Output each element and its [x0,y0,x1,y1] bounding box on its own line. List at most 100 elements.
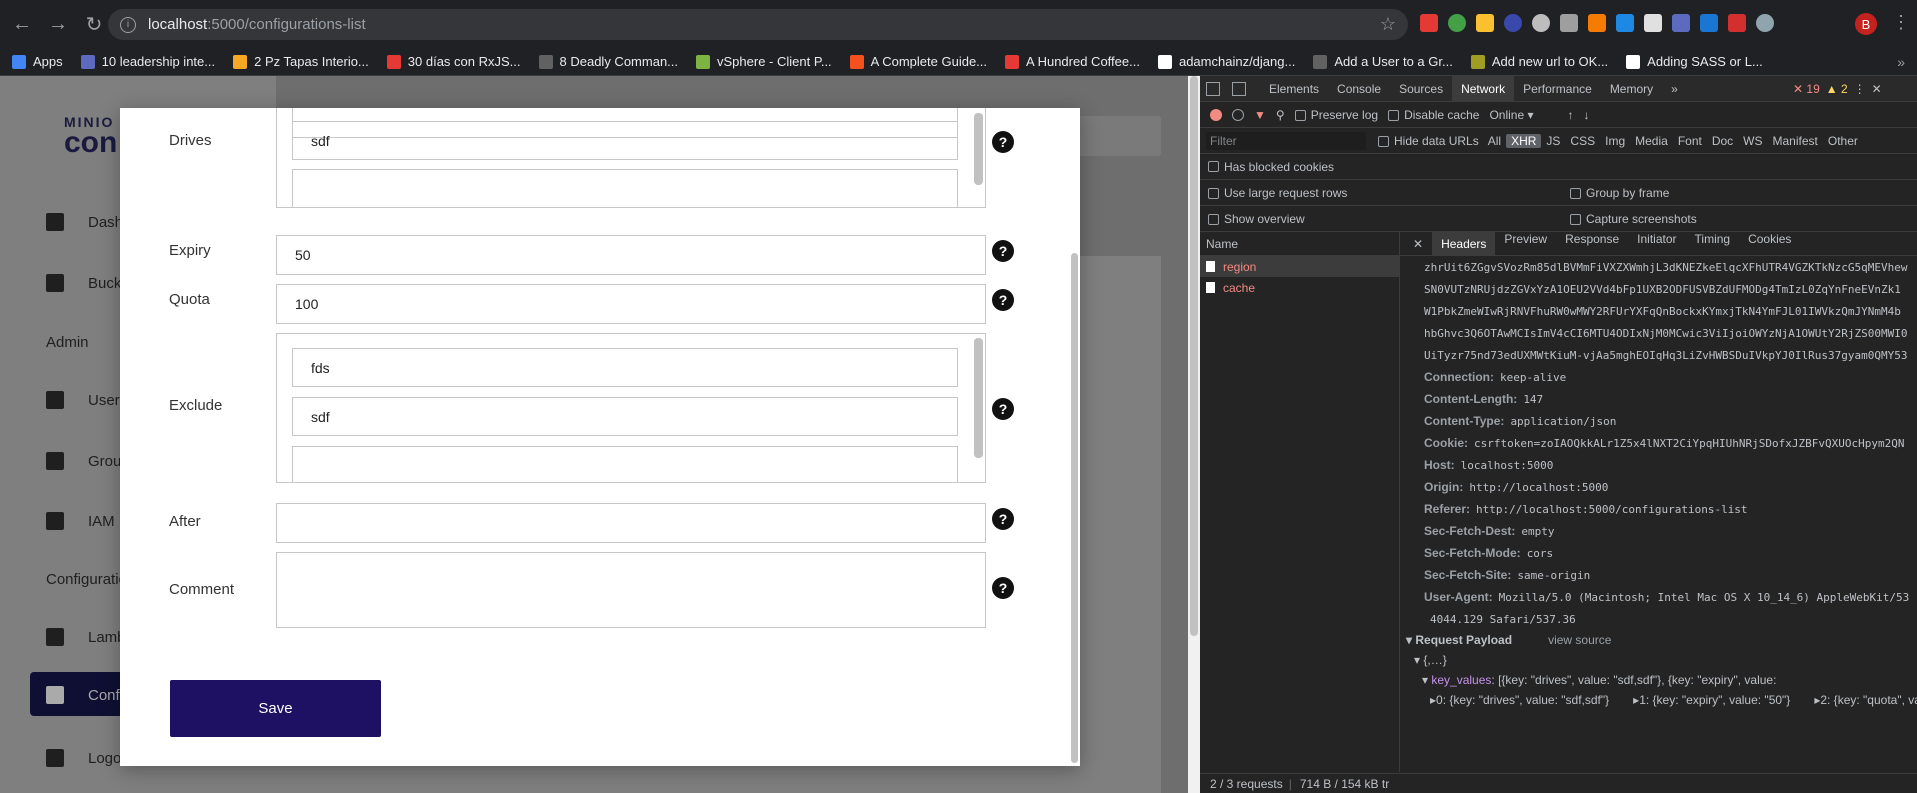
gear-icon[interactable] [1532,14,1550,32]
quota-help-icon[interactable]: ? [992,289,1014,311]
inspect-icon[interactable] [1206,81,1220,96]
import-icon[interactable]: ↑ [1567,108,1573,122]
bookmark-item[interactable]: A Hundred Coffee... [1005,54,1140,69]
clear-icon[interactable] [1232,108,1244,121]
large-rows-checkbox[interactable]: Use large request rows [1208,186,1347,200]
camera-icon[interactable] [1644,14,1662,32]
devtools-tab-sources[interactable]: Sources [1390,76,1452,102]
detail-tab-headers[interactable]: Headers [1432,232,1496,256]
sidebar-item-logout[interactable]: Logou [46,749,130,767]
extension-icon[interactable] [1756,14,1774,32]
filter-type-all[interactable]: All [1483,134,1506,148]
detail-tab-cookies[interactable]: Cookies [1739,232,1800,256]
filter-type-font[interactable]: Font [1673,134,1707,148]
drives-scrollbar[interactable] [974,113,983,185]
devtools-tab-performance[interactable]: Performance [1514,76,1601,102]
filter-type-css[interactable]: CSS [1565,134,1600,148]
devtools-issue-counts[interactable]: ✕ 19 ▲ 2 ⋮ ✕ [1793,82,1882,96]
drives-help-icon[interactable]: ? [992,131,1014,153]
extension-icon[interactable] [1616,14,1634,32]
payload-item[interactable]: ▸ 0: {key: "drives", value: "sdf,sdf"} [1406,690,1609,710]
capture-screenshots-checkbox[interactable]: Capture screenshots [1570,212,1697,226]
extension-icon[interactable] [1504,14,1522,32]
request-row[interactable]: cache [1200,277,1399,298]
search-icon[interactable]: ⚲ [1276,108,1285,122]
address-bar[interactable]: i localhost:5000/configurations-list ☆ [108,9,1408,40]
payload-item[interactable]: ▸ 1: {key: "expiry", value: "50"} [1609,690,1790,710]
menu-icon[interactable]: ⋮ [1892,12,1910,33]
forward-icon[interactable]: → [44,10,72,38]
bookmark-item[interactable]: 10 leadership inte... [80,54,215,69]
bookmark-item[interactable]: A Complete Guide... [849,54,987,69]
throttle-select[interactable]: Online ▾ [1489,108,1533,122]
show-overview-checkbox[interactable]: Show overview [1208,212,1305,226]
expiry-field[interactable]: 50 [276,235,986,275]
bookmark-item[interactable]: Add a User to a Gr... [1313,54,1453,69]
extension-icon[interactable] [1700,14,1718,32]
bookmarks-overflow-icon[interactable]: » [1897,54,1905,70]
exclude-input[interactable]: sdf [292,397,958,436]
filter-input[interactable]: Filter [1206,131,1366,150]
payload-item[interactable]: ▸ 2: {key: "quota", value: "100"} [1790,690,1917,710]
sidebar-item-groups[interactable]: Group [46,452,130,470]
hide-data-urls-checkbox[interactable]: Hide data URLs [1378,134,1479,148]
filter-type-img[interactable]: Img [1600,134,1630,148]
quota-field[interactable]: 100 [276,284,986,324]
request-row[interactable]: region [1200,256,1399,277]
reload-icon[interactable]: ↻ [80,10,108,38]
sidebar-item-users[interactable]: Users [46,391,127,409]
bookmark-item[interactable]: Add new url to OK... [1470,54,1608,69]
devtools-tab-network[interactable]: Network [1452,75,1515,102]
sidebar-item-configurations[interactable]: Confi [46,686,123,704]
bookmark-item[interactable]: Apps [12,54,63,69]
sidebar-item-buckets[interactable]: Bucke [46,274,130,292]
close-detail-icon[interactable]: ✕ [1404,237,1432,251]
extension-icon[interactable] [1448,14,1466,32]
bookmark-item[interactable]: adamchainz/djang... [1157,54,1295,69]
payload-root[interactable]: ▾ {,…} [1406,650,1917,670]
devtools-tab-memory[interactable]: Memory [1601,76,1662,102]
devtools-menu-icon[interactable]: ⋮ [1854,82,1866,96]
exclude-input[interactable]: fds [292,348,958,387]
preserve-log-checkbox[interactable]: Preserve log [1294,108,1378,122]
filter-type-xhr[interactable]: XHR [1506,133,1542,148]
filter-type-js[interactable]: JS [1541,134,1565,148]
bookmark-item[interactable]: vSphere - Client P... [696,54,832,69]
filter-icon[interactable]: ▼ [1254,108,1266,122]
bookmark-item[interactable]: Adding SASS or L... [1626,54,1763,69]
after-help-icon[interactable]: ? [992,508,1014,530]
profile-avatar[interactable]: B [1855,13,1877,35]
filter-type-media[interactable]: Media [1630,134,1673,148]
bookmark-item[interactable]: 8 Deadly Comman... [538,54,678,69]
drives-input[interactable]: sdf [292,121,958,160]
extension-icon[interactable] [1560,14,1578,32]
detail-tab-preview[interactable]: Preview [1495,232,1556,256]
has-blocked-cookies-checkbox[interactable]: Has blocked cookies [1200,154,1917,180]
expiry-help-icon[interactable]: ? [992,240,1014,262]
sidebar-item-iam[interactable]: IAM P [46,512,129,530]
sidebar-item-dashboard[interactable]: Dashb [46,213,131,231]
payload-title-row[interactable]: ▾ Request Payload view source [1406,630,1917,650]
filter-type-ws[interactable]: WS [1738,134,1767,148]
export-icon[interactable]: ↓ [1583,108,1589,122]
back-icon[interactable]: ← [8,10,36,38]
comment-help-icon[interactable]: ? [992,577,1014,599]
disable-cache-checkbox[interactable]: Disable cache [1388,108,1479,122]
name-column-header[interactable]: Name [1200,232,1399,256]
exclude-list[interactable]: fds sdf [276,333,986,483]
filter-type-other[interactable]: Other [1823,134,1863,148]
modal-scrollbar[interactable] [1068,108,1080,766]
drives-input[interactable] [292,169,958,207]
detail-tab-timing[interactable]: Timing [1686,232,1740,256]
view-source-link[interactable]: view source [1548,633,1611,647]
sidebar-item-lambda[interactable]: Lamb [46,628,126,646]
exclude-help-icon[interactable]: ? [992,398,1014,420]
more-tabs-icon[interactable]: » [1662,76,1687,102]
exclude-scrollbar[interactable] [974,338,983,458]
page-scrollbar[interactable] [1188,76,1200,793]
bookmark-star-icon[interactable]: ☆ [1380,14,1396,35]
filter-type-doc[interactable]: Doc [1707,134,1738,148]
extension-icon[interactable] [1588,14,1606,32]
bookmark-item[interactable]: 30 días con RxJS... [386,54,521,69]
detail-tab-initiator[interactable]: Initiator [1628,232,1685,256]
